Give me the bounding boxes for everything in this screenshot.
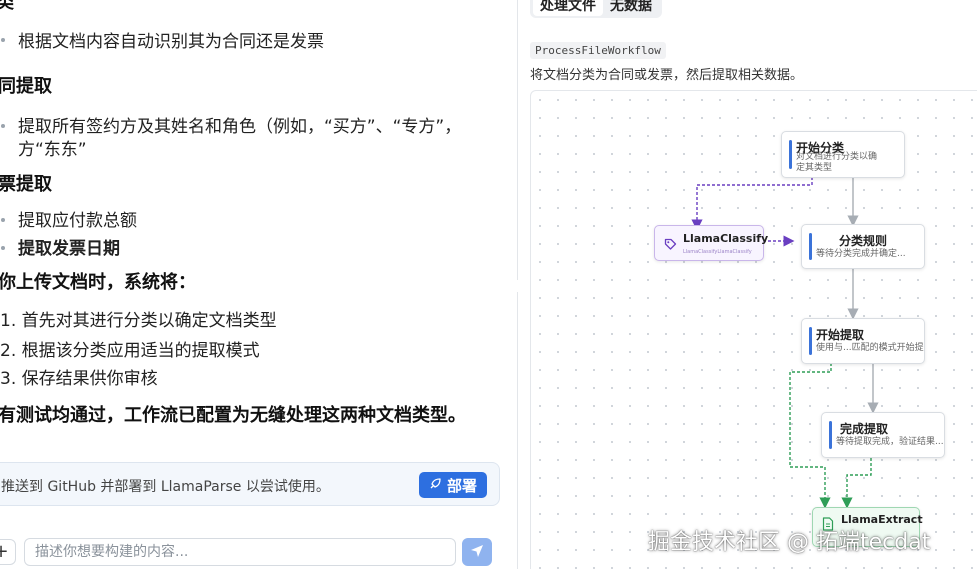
deploy-banner: 推送到 GitHub 并部署到 LlamaParse 以尝试使用。 部署 <box>0 462 500 506</box>
node-start-extract[interactable]: 开始提取 使用与...匹配的模式开始提 <box>801 318 925 364</box>
bullet-classify: 根据文档内容自动识别其为合同还是发票 <box>18 32 324 52</box>
section-heading-classify: 类 <box>0 0 14 13</box>
attach-button[interactable]: + <box>0 539 16 565</box>
edge-start-to-classify <box>691 177 813 231</box>
deploy-button-label: 部署 <box>446 476 477 495</box>
workflow-description: 将文档分类为合同或发票，然后提取相关数据。 <box>530 68 804 83</box>
deploy-banner-text: 推送到 GitHub 并部署到 LlamaParse 以尝试使用。 <box>1 479 330 495</box>
conclusion-text: 有测试均通过，工作流已配置为无缝处理这两种文档类型。 <box>0 405 466 426</box>
tag-icon <box>664 236 677 255</box>
section-heading-upload: 你上传文档时，系统将： <box>0 272 196 293</box>
workflow-canvas[interactable]: 开始分类 对文档进行分类以确 定其类型 LlamaClassify LlamaC… <box>530 90 977 569</box>
chat-input[interactable] <box>24 538 456 566</box>
deploy-button[interactable]: 部署 <box>418 472 487 498</box>
bullet-invoice-total: 提取应付款总额 <box>18 211 137 231</box>
watermark: 掘金技术社区 @ 拓端tecdat <box>648 530 931 555</box>
chat-panel: 类 根据文档内容自动识别其为合同还是发票 同提取 提取所有签约方及其姓名和角色（… <box>0 0 512 569</box>
workflow-name: ProcessFileWorkflow <box>530 42 666 59</box>
node-finish-extract[interactable]: 完成提取 等待提取完成，验证结果... <box>821 412 945 458</box>
node-classify-rules[interactable]: 分类规则 等待分类完成并确定... <box>801 224 925 269</box>
tab-process-file[interactable]: 处理文件 <box>533 0 603 16</box>
bullet-dot <box>1 38 5 42</box>
bullet-contract-parties-cont: 方“东东” <box>18 140 87 160</box>
send-button[interactable] <box>462 538 492 566</box>
node-start-classify[interactable]: 开始分类 对文档进行分类以确 定其类型 <box>781 131 905 178</box>
bullet-contract-parties: 提取所有签约方及其姓名和角色（例如，“买方”、“专方”， <box>18 117 462 137</box>
send-icon <box>470 543 484 562</box>
bullet-dot <box>1 246 5 250</box>
section-heading-contract: 同提取 <box>0 76 52 97</box>
tab-no-data[interactable]: 无数据 <box>603 0 659 16</box>
section-heading-invoice: 票提取 <box>0 174 52 195</box>
bullet-dot <box>1 218 5 222</box>
workflow-tabs: 处理文件 无数据 <box>530 0 662 18</box>
edge-finish-to-llamaextract <box>841 458 872 509</box>
node-llama-classify[interactable]: LlamaClassify LlamaClassifyLlamaClassify <box>654 225 768 261</box>
bullet-invoice-date: 提取发票日期 <box>18 239 120 259</box>
workflow-panel: 处理文件 无数据 ProcessFileWorkflow 将文档分类为合同或发票… <box>518 0 977 569</box>
rocket-icon <box>429 476 441 494</box>
bullet-dot <box>1 124 5 128</box>
step-item: 1. 首先对其进行分类以确定文档类型 <box>0 311 277 331</box>
step-item: 3. 保存结果供你审核 <box>0 369 158 389</box>
step-item: 2. 根据该分类应用适当的提取模式 <box>0 341 260 361</box>
